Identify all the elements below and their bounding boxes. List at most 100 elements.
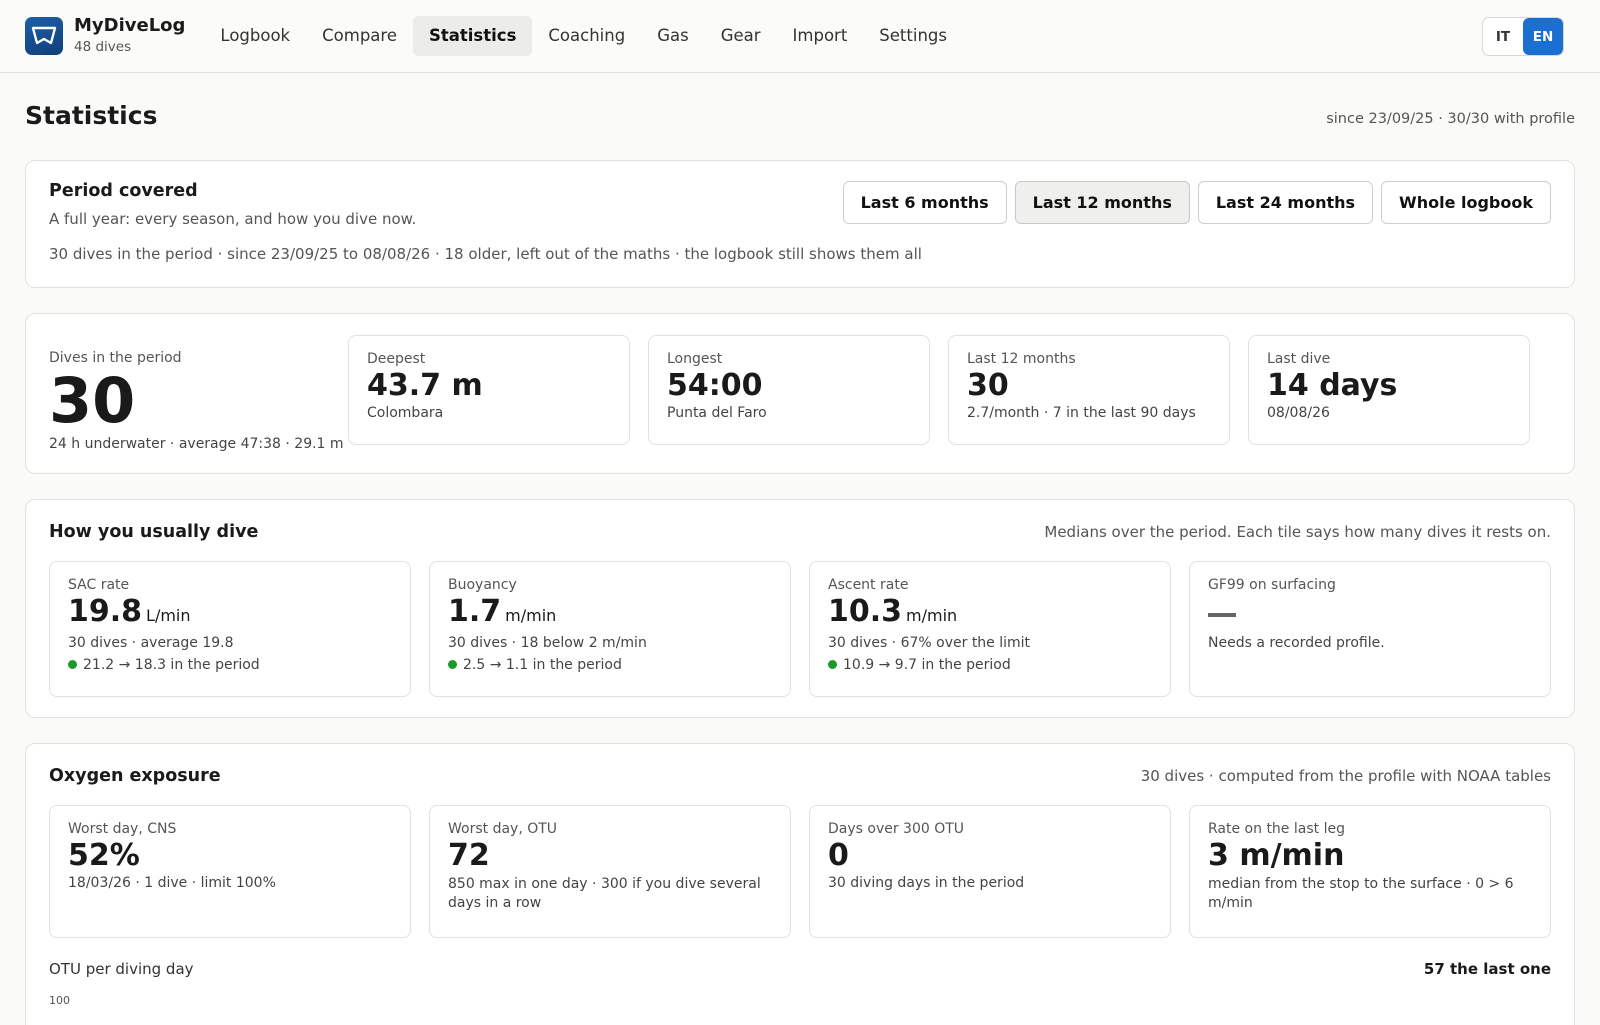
summary-card: Dives in the period 30 24 h underwater ·… xyxy=(25,313,1575,474)
tile-value: 19.8 xyxy=(68,594,143,629)
tile-label: Ascent rate xyxy=(828,577,909,593)
tile-label: Last dive xyxy=(1267,351,1331,367)
period-6-months-button[interactable]: Last 6 months xyxy=(842,181,1007,224)
last-12-months-tile: Last 12 months 30 2.7/month · 7 in the l… xyxy=(948,335,1230,445)
usual-dive-tiles: SAC rate 19.8 L/min 30 dives · average 19… xyxy=(49,561,1551,697)
tile-label: Longest xyxy=(667,351,723,367)
tile-value: 72 xyxy=(448,838,490,873)
last-dive-tile: Last dive 14 days 08/08/26 xyxy=(1248,335,1530,445)
tile-detail: 30 dives · 18 below 2 m/min xyxy=(448,635,647,651)
nav-settings[interactable]: Settings xyxy=(863,16,963,56)
tile-detail: 2.7/month · 7 in the last 90 days xyxy=(967,405,1196,421)
worst-cns-tile: Worst day, CNS 52% 18/03/26 · 1 dive · l… xyxy=(49,805,411,938)
empty-value-dash xyxy=(1208,613,1236,617)
period-whole-logbook-button[interactable]: Whole logbook xyxy=(1381,181,1551,224)
gf99-tile: GF99 on surfacing Needs a recorded profi… xyxy=(1189,561,1551,697)
deepest-tile: Deepest 43.7 m Colombara xyxy=(348,335,630,445)
tile-detail: 30 dives · 67% over the limit xyxy=(828,635,1031,651)
tile-detail: Punta del Faro xyxy=(667,405,767,421)
worst-otu-tile: Worst day, OTU 72 850 max in one day · 3… xyxy=(429,805,791,938)
nav-coaching[interactable]: Coaching xyxy=(532,16,641,56)
days-over-300-otu-tile: Days over 300 OTU 0 30 diving days in th… xyxy=(809,805,1171,938)
tile-detail: Colombara xyxy=(367,405,444,421)
ascent-rate-tile: Ascent rate 10.3 m/min 30 dives · 67% ove… xyxy=(809,561,1171,697)
tile-label: GF99 on surfacing xyxy=(1208,577,1336,593)
oxygen-header: Oxygen exposure 30 dives · computed from… xyxy=(49,764,1551,787)
tile-unit: L/min xyxy=(146,606,191,625)
tile-label: Worst day, CNS xyxy=(68,821,177,837)
usual-dive-title: How you usually dive xyxy=(49,521,259,542)
language-switch: IT EN xyxy=(1482,17,1564,56)
tile-label: Deepest xyxy=(367,351,426,367)
tile-trend: 10.9 → 9.7 in the period xyxy=(843,657,1011,673)
tile-label: Days over 300 OTU xyxy=(828,821,965,837)
tile-value: 43.7 m xyxy=(367,368,483,403)
otu-last-value: 57 the last one xyxy=(1423,960,1551,978)
main-content: Statistics since 23/09/25 · 30/30 with p… xyxy=(0,73,1600,1025)
tile-value: 52% xyxy=(68,838,140,873)
tile-detail: 850 max in one day · 300 if you dive sev… xyxy=(448,876,761,911)
brand: MyDiveLog 48 dives xyxy=(74,15,185,57)
nav-statistics[interactable]: Statistics xyxy=(412,16,533,56)
lang-en-button[interactable]: EN xyxy=(1523,18,1563,55)
usual-dive-note: Medians over the period. Each tile says … xyxy=(1044,522,1551,541)
lang-it-button[interactable]: IT xyxy=(1483,18,1523,55)
tile-unit: m/min xyxy=(906,606,958,625)
usual-dive-card: How you usually dive Medians over the pe… xyxy=(25,499,1575,718)
nav-gas[interactable]: Gas xyxy=(641,16,705,56)
oxygen-tiles: Worst day, CNS 52% 18/03/26 · 1 dive · l… xyxy=(49,805,1551,938)
dives-in-period-detail: 24 h underwater · average 47:38 · 29.1 m xyxy=(49,436,344,452)
tile-value: 30 xyxy=(967,368,1009,403)
tile-label: Rate on the last leg xyxy=(1208,821,1345,837)
tile-value: 54:00 xyxy=(667,368,763,403)
period-selector: Last 6 months Last 12 months Last 24 mon… xyxy=(842,181,1551,224)
top-bar: MyDiveLog 48 dives Logbook Compare Stati… xyxy=(0,0,1600,73)
sac-rate-tile: SAC rate 19.8 L/min 30 dives · average 19… xyxy=(49,561,411,697)
tile-detail: 30 dives · average 19.8 xyxy=(68,635,234,651)
tile-detail: Needs a recorded profile. xyxy=(1208,635,1385,651)
tile-value: 10.3 xyxy=(828,594,903,629)
otu-chart-header: OTU per diving day 57 the last one xyxy=(49,960,1551,978)
nav-import[interactable]: Import xyxy=(777,16,864,56)
tile-value: 0 xyxy=(828,838,849,873)
last-leg-rate-tile: Rate on the last leg 3 m/min median from… xyxy=(1189,805,1551,938)
period-12-months-button[interactable]: Last 12 months xyxy=(1014,181,1190,224)
tile-trend: 21.2 → 18.3 in the period xyxy=(83,657,260,673)
dive-count: 48 dives xyxy=(74,39,132,55)
tile-detail: 08/08/26 xyxy=(1267,405,1330,421)
tile-detail: 30 diving days in the period xyxy=(828,875,1025,891)
app-logo[interactable] xyxy=(25,17,63,55)
oxygen-title: Oxygen exposure xyxy=(49,765,221,786)
period-24-months-button[interactable]: Last 24 months xyxy=(1197,181,1374,224)
dive-mask-icon xyxy=(31,26,57,45)
app-name: MyDiveLog xyxy=(74,15,186,36)
buoyancy-tile: Buoyancy 1.7 m/min 30 dives · 18 below 2 … xyxy=(429,561,791,697)
period-card: Period covered A full year: every season… xyxy=(25,160,1575,288)
tile-detail: 18/03/26 · 1 dive · limit 100% xyxy=(68,875,276,891)
usual-dive-header: How you usually dive Medians over the pe… xyxy=(49,520,1551,543)
oxygen-note: 30 dives · computed from the profile wit… xyxy=(1140,766,1551,785)
trend-dot-icon xyxy=(68,660,77,669)
oxygen-card: Oxygen exposure 30 dives · computed from… xyxy=(25,743,1575,1025)
tile-value: 1.7 xyxy=(448,594,502,629)
tile-trend: 2.5 → 1.1 in the period xyxy=(463,657,622,673)
tile-label: Last 12 months xyxy=(967,351,1076,367)
trend-dot-icon xyxy=(828,660,837,669)
longest-tile: Longest 54:00 Punta del Faro xyxy=(648,335,930,445)
tile-value: 3 m/min xyxy=(1208,838,1345,873)
page-header: Statistics since 23/09/25 · 30/30 with p… xyxy=(25,73,1575,160)
dives-in-period-value: 30 xyxy=(49,364,136,437)
period-summary: 30 dives in the period · since 23/09/25 … xyxy=(49,245,922,263)
page-title: Statistics xyxy=(25,101,158,130)
nav-compare[interactable]: Compare xyxy=(306,16,413,56)
otu-chart-label: OTU per diving day xyxy=(49,960,194,978)
otu-axis-tick: 100 xyxy=(49,994,70,1007)
tile-label: Buoyancy xyxy=(448,577,517,593)
dives-in-period: Dives in the period 30 24 h underwater ·… xyxy=(49,335,348,452)
page-meta: since 23/09/25 · 30/30 with profile xyxy=(1326,111,1575,127)
trend-dot-icon xyxy=(448,660,457,669)
tile-detail: median from the stop to the surface · 0 … xyxy=(1208,876,1514,911)
nav-gear[interactable]: Gear xyxy=(705,16,777,56)
nav-logbook[interactable]: Logbook xyxy=(204,16,306,56)
tile-value: 14 days xyxy=(1267,368,1398,403)
